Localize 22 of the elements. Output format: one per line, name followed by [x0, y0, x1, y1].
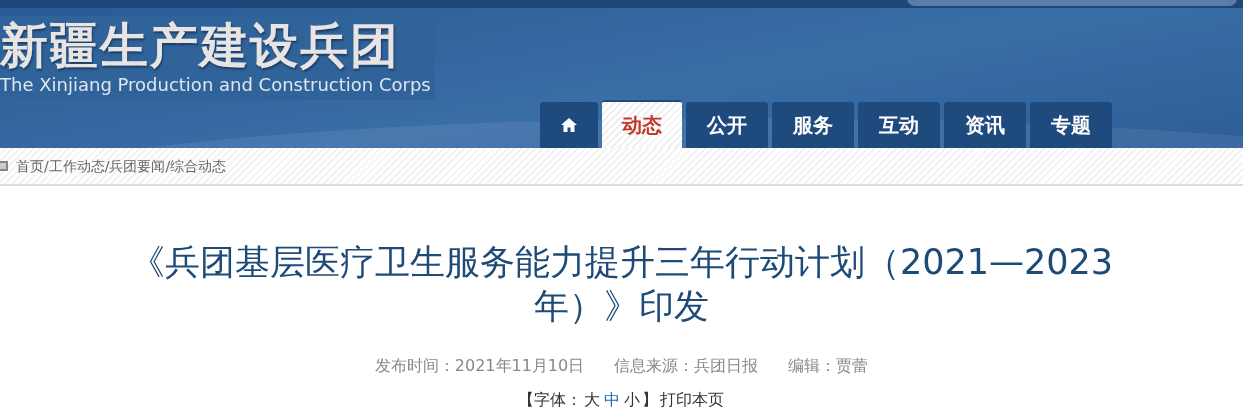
nav-tab[interactable]: 公开: [686, 102, 768, 148]
nav-tab[interactable]: 资讯: [944, 102, 1026, 148]
meta-text: 发布时间：2021年11月10日: [374, 355, 585, 377]
nav-tab[interactable]: 动态: [602, 100, 682, 148]
font-size-link[interactable]: 大: [583, 390, 600, 409]
print-link[interactable]: 打印本页: [659, 390, 724, 409]
font-size-link[interactable]: 中: [603, 390, 620, 409]
font-size-label: 【字体：: [517, 390, 582, 409]
site-name-english: The Xinjiang Production and Construction Corps: [0, 74, 431, 96]
home-tab[interactable]: [540, 102, 598, 148]
breadcrumb[interactable]: 首页/工作动态/兵团要闻/综合动态: [16, 155, 227, 177]
nav-tab[interactable]: 互动: [858, 102, 940, 148]
home-icon: [560, 117, 578, 133]
site-name: 新疆生产建设兵团: [0, 16, 401, 74]
bullet-icon: [0, 161, 8, 171]
font-size-link[interactable]: 小: [623, 390, 640, 409]
article-title: 《兵团基层医疗卫生服务能力提升三年行动计划（2021—2023年）》印发: [128, 241, 1115, 328]
nav-tab[interactable]: 服务: [772, 102, 854, 148]
meta-text: 信息来源：兵团日报: [614, 355, 759, 377]
nav-tab[interactable]: 专题: [1030, 102, 1112, 148]
meta-text: 编辑：贾蕾: [788, 355, 869, 377]
bracket-text: 】: [641, 390, 658, 409]
